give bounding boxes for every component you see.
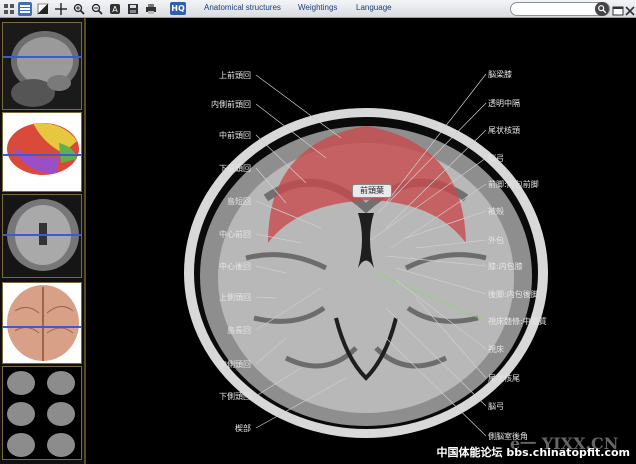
label-putamen[interactable]: 被殻 (488, 206, 504, 217)
label-anterior-limb-internal-capsule[interactable]: 前脚:内包前脚 (488, 179, 539, 190)
contrast-icon[interactable] (36, 2, 50, 16)
grid-icon[interactable] (2, 2, 16, 16)
close-icon[interactable] (624, 2, 636, 16)
layers-icon[interactable] (18, 2, 32, 16)
menu-language[interactable]: Language (356, 3, 392, 12)
label-long-insular-gyrus[interactable]: 島長回 (181, 325, 251, 336)
label-posterior-limb-internal-capsule[interactable]: 後脚:内包後脚 (488, 289, 539, 300)
label-inferior-frontal-gyrus[interactable]: 下前頭回 (181, 163, 251, 174)
label-external-capsule[interactable]: 外包 (488, 235, 504, 246)
menu-anatomical-structures[interactable]: Anatomical structures (204, 3, 281, 12)
label-superior-frontal-gyrus[interactable]: 上前頭回 (181, 70, 251, 81)
save-icon[interactable] (126, 2, 140, 16)
watermark: 中国体能论坛 bbs.chinatopfit.com (436, 446, 631, 459)
label-fornix-2[interactable]: 脳弓 (488, 401, 504, 412)
hq-button[interactable]: HQ (170, 2, 186, 15)
top-brain-thumbnail[interactable] (2, 282, 82, 364)
label-caudate-tail[interactable]: 尾状核尾 (488, 373, 520, 384)
slice-grid-thumbnail[interactable] (2, 366, 82, 460)
text-size-icon[interactable]: A (108, 2, 122, 16)
label-genu-internal-capsule[interactable]: 膝:内包膝 (488, 261, 523, 272)
label-genu-corpus-callosum[interactable]: 脳梁膝 (488, 69, 512, 80)
toolbar: A HQ Anatomical structures Weightings La… (0, 0, 636, 18)
svg-text:A: A (112, 5, 118, 14)
frontal-lobe-tooltip: 前頭葉 (352, 184, 392, 198)
label-precentral-gyrus[interactable]: 中心前回 (181, 229, 251, 240)
crosshair-icon[interactable] (54, 2, 68, 16)
label-stria-medullaris-thalami[interactable]: 視床髄條:中腦質 (488, 316, 547, 327)
label-septum-pellucidum[interactable]: 透明中隔 (488, 98, 520, 109)
label-superior-temporal-gyrus[interactable]: 上側頭回 (181, 292, 251, 303)
zoom-in-icon[interactable] (72, 2, 86, 16)
label-cuneus[interactable]: 楔部 (181, 423, 251, 434)
print-icon[interactable] (144, 2, 158, 16)
view-thumbnails (0, 18, 86, 464)
zoom-out-icon[interactable] (90, 2, 104, 16)
menu-weightings[interactable]: Weightings (298, 3, 337, 12)
label-middle-frontal-gyrus[interactable]: 中前頭回 (181, 130, 251, 141)
search-icon[interactable] (595, 2, 609, 16)
mri-viewer[interactable]: 上前頭回 内側前頭回 中前頭回 下前頭回 島短回 中心前回 中心後回 上側頭回 … (86, 18, 636, 464)
label-medial-frontal-gyrus[interactable]: 内側前頭回 (181, 99, 251, 110)
label-caudate-head[interactable]: 尾状核頭 (488, 125, 520, 136)
sagittal-view-thumbnail[interactable] (2, 22, 82, 110)
coronal-view-thumbnail[interactable] (2, 194, 82, 278)
label-middle-temporal-gyrus[interactable]: 中側頭回 (181, 359, 251, 370)
lateral-brain-thumbnail[interactable] (2, 112, 82, 192)
label-thalamus[interactable]: 視床 (488, 344, 504, 355)
label-short-insular-gyrus[interactable]: 島短回 (181, 196, 251, 207)
label-fornix[interactable]: 脳弓 (488, 153, 504, 164)
label-postcentral-gyrus[interactable]: 中心後回 (181, 261, 251, 272)
label-inferior-temporal-gyrus[interactable]: 下側頭回 (181, 391, 251, 402)
